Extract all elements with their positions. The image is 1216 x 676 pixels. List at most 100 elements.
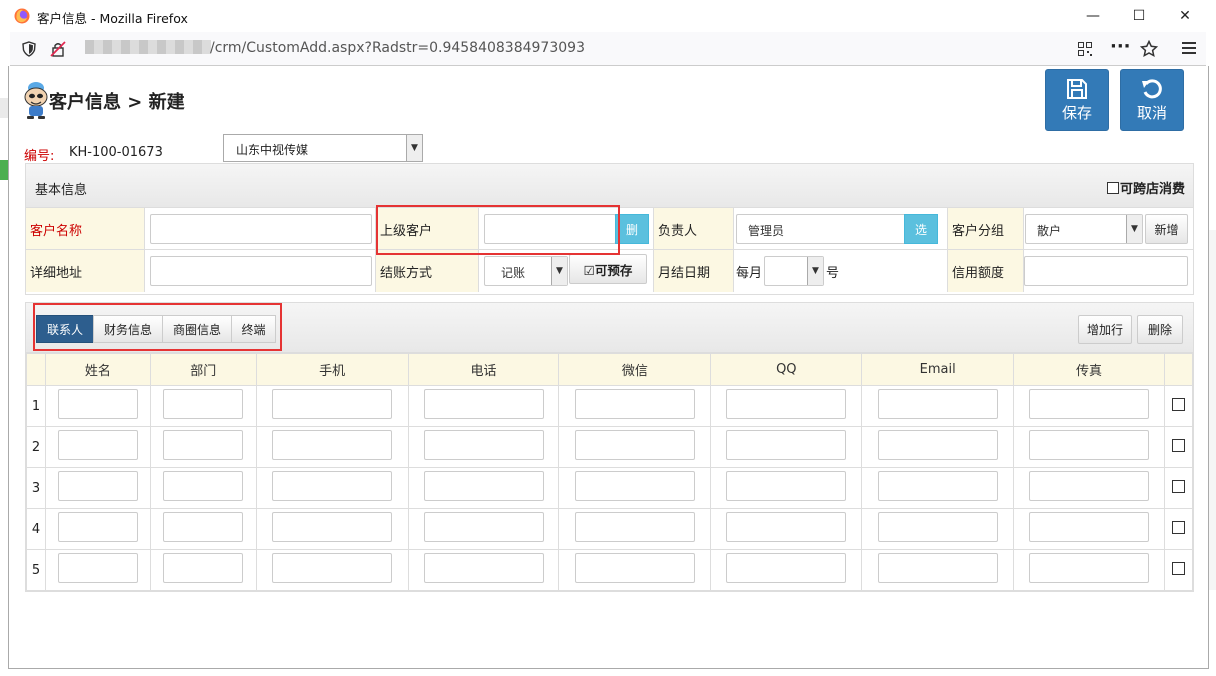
cell-input[interactable] xyxy=(574,512,695,542)
table-cell xyxy=(861,508,1015,550)
insecure-lock-icon[interactable] xyxy=(50,41,66,57)
cell-input[interactable] xyxy=(574,553,695,583)
table-cell xyxy=(149,467,257,509)
table-cell xyxy=(407,467,560,509)
cancel-button[interactable]: 取消 xyxy=(1120,69,1184,131)
cell-input[interactable] xyxy=(877,512,998,542)
table-cell xyxy=(255,467,409,509)
shield-icon[interactable] xyxy=(22,41,36,57)
column-header: 部门 xyxy=(149,353,257,386)
cell-input[interactable] xyxy=(1029,430,1150,460)
cell-input[interactable] xyxy=(726,553,847,583)
cell-input[interactable] xyxy=(1029,389,1150,419)
table-cell xyxy=(44,385,151,427)
row-checkbox[interactable] xyxy=(1171,520,1185,534)
owner-select-button[interactable]: 选 xyxy=(904,214,938,244)
window-title: 客户信息 - Mozilla Firefox xyxy=(37,11,188,26)
cell-input[interactable] xyxy=(726,389,847,419)
address-cell xyxy=(145,250,376,292)
table-cell xyxy=(44,508,151,550)
add-row-button[interactable]: 增加行 xyxy=(1078,315,1132,344)
cell-input[interactable] xyxy=(163,553,244,583)
more-actions-icon[interactable]: ··· xyxy=(1110,36,1131,57)
minimize-button[interactable]: — xyxy=(1070,0,1116,32)
url-text[interactable]: /crm/CustomAdd.aspx?Radstr=0.94584083849… xyxy=(210,40,585,56)
cell-input[interactable] xyxy=(57,471,138,501)
table-cell xyxy=(407,426,560,468)
settle-method-select[interactable]: 记账 ▼ xyxy=(484,256,568,286)
cell-input[interactable] xyxy=(423,512,544,542)
cell-input[interactable] xyxy=(163,430,244,460)
mascot-logo-icon xyxy=(24,82,48,119)
firefox-icon xyxy=(14,8,30,24)
cell-input[interactable] xyxy=(57,389,138,419)
qr-code-icon[interactable] xyxy=(1078,42,1092,56)
group-select[interactable]: 散户 ▼ xyxy=(1025,214,1143,244)
cell-input[interactable] xyxy=(726,471,847,501)
parent-delete-button[interactable]: 删 xyxy=(615,214,649,244)
table-row: 5 xyxy=(26,549,1194,591)
cross-store-checkbox[interactable]: 可跨店消费 xyxy=(1106,178,1185,197)
cell-input[interactable] xyxy=(726,512,847,542)
customer-name-input[interactable] xyxy=(150,214,372,244)
row-checkbox[interactable] xyxy=(1171,561,1185,575)
cell-input[interactable] xyxy=(877,471,998,501)
address-input[interactable] xyxy=(150,256,372,286)
highlight-parent-customer xyxy=(376,205,620,255)
table-cell xyxy=(710,549,863,591)
monthly-day-select[interactable]: ▼ xyxy=(764,256,824,286)
cell-input[interactable] xyxy=(272,430,393,460)
hamburger-menu-icon[interactable] xyxy=(1182,42,1196,54)
cell-input[interactable] xyxy=(574,389,695,419)
cell-input[interactable] xyxy=(272,512,393,542)
maximize-button[interactable]: ☐ xyxy=(1116,0,1162,32)
cell-input[interactable] xyxy=(272,471,393,501)
close-button[interactable]: ✕ xyxy=(1162,0,1208,32)
cell-input[interactable] xyxy=(423,430,544,460)
cell-input[interactable] xyxy=(877,389,998,419)
row-checkbox[interactable] xyxy=(1171,438,1185,452)
address-bar[interactable]: /crm/CustomAdd.aspx?Radstr=0.94584083849… xyxy=(10,32,1206,66)
cell-input[interactable] xyxy=(1029,553,1150,583)
cell-input[interactable] xyxy=(877,430,998,460)
company-select[interactable]: 山东中视传媒 ▼ xyxy=(223,134,423,162)
chevron-down-icon: ▼ xyxy=(1126,215,1142,243)
cell-input[interactable] xyxy=(57,553,138,583)
prepay-checkbox[interactable]: ☑可预存 xyxy=(569,254,647,284)
cell-input[interactable] xyxy=(163,471,244,501)
delete-button[interactable]: 删除 xyxy=(1137,315,1183,344)
cell-input[interactable] xyxy=(726,430,847,460)
cell-input[interactable] xyxy=(877,553,998,583)
table-cell xyxy=(255,385,409,427)
cell-input[interactable] xyxy=(423,471,544,501)
row-select-cell xyxy=(1163,426,1194,468)
cell-input[interactable] xyxy=(423,389,544,419)
credit-limit-input[interactable] xyxy=(1024,256,1188,286)
cell-input[interactable] xyxy=(1029,512,1150,542)
group-new-button[interactable]: 新增 xyxy=(1145,214,1188,244)
save-button[interactable]: 保存 xyxy=(1045,69,1109,131)
settle-method-cell: 记账 ▼ ☑可预存 xyxy=(479,250,654,292)
row-checkbox[interactable] xyxy=(1171,397,1185,411)
row-number: 5 xyxy=(26,549,46,591)
cell-input[interactable] xyxy=(272,553,393,583)
customer-name-cell xyxy=(145,208,376,250)
cell-input[interactable] xyxy=(574,430,695,460)
cell-input[interactable] xyxy=(574,471,695,501)
cell-input[interactable] xyxy=(1029,471,1150,501)
cell-input[interactable] xyxy=(423,553,544,583)
table-cell xyxy=(407,549,560,591)
column-header-index xyxy=(26,353,46,386)
bookmark-star-icon[interactable] xyxy=(1140,40,1158,58)
company-select-value: 山东中视传媒 xyxy=(236,143,309,157)
cell-input[interactable] xyxy=(272,389,393,419)
cell-input[interactable] xyxy=(57,512,138,542)
row-checkbox[interactable] xyxy=(1171,479,1185,493)
cell-input[interactable] xyxy=(163,389,244,419)
cell-input[interactable] xyxy=(163,512,244,542)
table-row: 3 xyxy=(26,467,1194,509)
cell-input[interactable] xyxy=(57,430,138,460)
column-header: 传真 xyxy=(1013,353,1165,386)
owner-input[interactable]: 管理员 xyxy=(736,214,906,244)
table-cell xyxy=(255,549,409,591)
